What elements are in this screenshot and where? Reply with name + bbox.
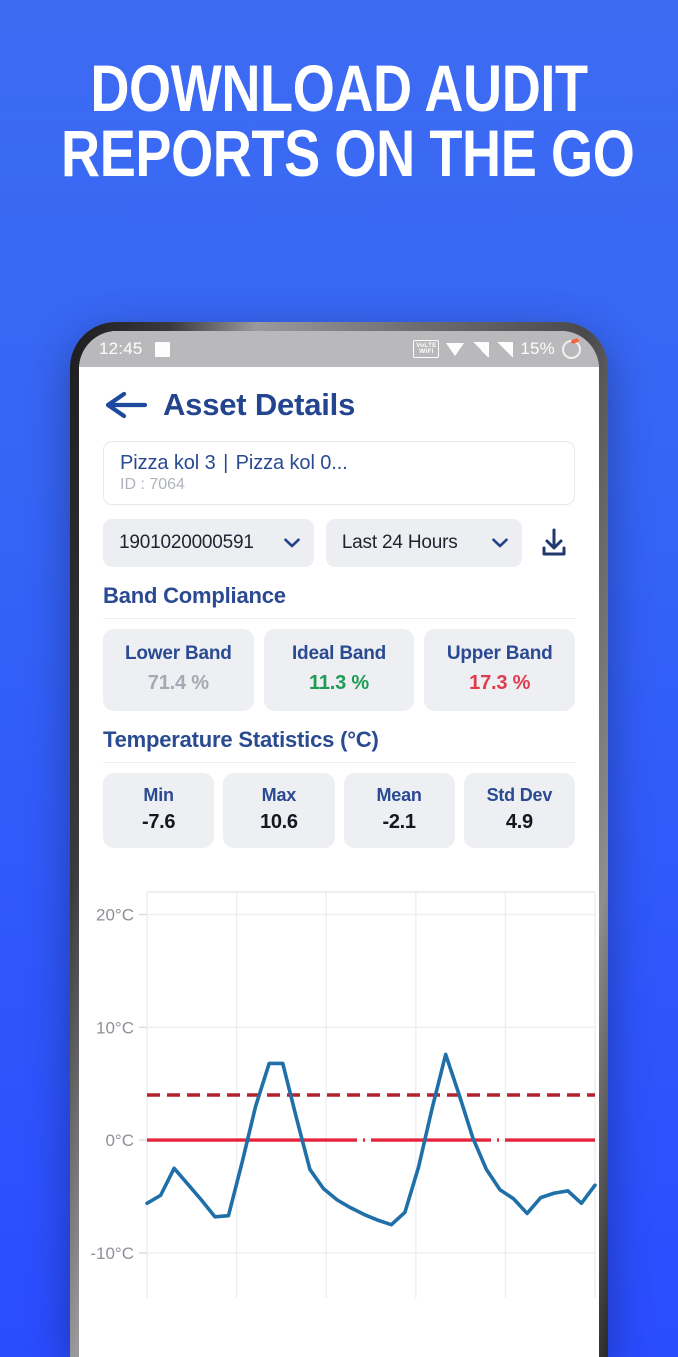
app-content: Asset Details Pizza kol 3 | Pizza kol 0.… bbox=[79, 367, 599, 1357]
vowifi-icon: VoLTE WiFi bbox=[413, 340, 440, 358]
phone-mockup: 12:45 VoLTE WiFi 15% Asset Details Pizza… bbox=[70, 322, 608, 1357]
stat-card-stddev[interactable]: Std Dev 4.9 bbox=[463, 773, 575, 848]
serial-number-value: 1901020000591 bbox=[119, 532, 254, 553]
band-compliance-title: Band Compliance bbox=[103, 583, 286, 608]
download-button[interactable] bbox=[534, 521, 575, 565]
back-arrow-icon[interactable] bbox=[105, 390, 147, 420]
band-label: Ideal Band bbox=[291, 643, 387, 664]
phone-screen: 12:45 VoLTE WiFi 15% Asset Details Pizza… bbox=[79, 331, 599, 1357]
band-value: 11.3 % bbox=[309, 672, 369, 694]
asset-summary-card[interactable]: Pizza kol 3 | Pizza kol 0... ID : 7064 bbox=[103, 441, 575, 505]
band-label: Lower Band bbox=[124, 643, 232, 664]
download-icon bbox=[542, 528, 566, 556]
band-card-upper[interactable]: Upper Band 17.3 % bbox=[424, 629, 576, 711]
signal-bars-icon bbox=[472, 341, 490, 357]
asset-name-secondary: Pizza kol 0... bbox=[235, 452, 348, 474]
serial-number-dropdown[interactable]: 1901020000591 bbox=[103, 519, 314, 567]
stat-label: Std Dev bbox=[486, 785, 553, 805]
asset-name-primary: Pizza kol 3 bbox=[120, 452, 216, 474]
stat-label: Max bbox=[261, 785, 297, 805]
stat-card-mean[interactable]: Mean -2.1 bbox=[343, 773, 455, 848]
square-icon bbox=[154, 341, 170, 357]
stat-label: Mean bbox=[376, 785, 422, 805]
chevron-down-icon-2 bbox=[491, 538, 508, 548]
asset-name-row: Pizza kol 3 | Pizza kol 0... bbox=[120, 452, 558, 475]
signal-bars-icon-2 bbox=[496, 341, 514, 357]
stat-value: 4.9 bbox=[505, 811, 533, 833]
status-time: 12:45 bbox=[99, 339, 143, 358]
stat-label: Min bbox=[143, 785, 174, 805]
svg-text:-10°C: -10°C bbox=[90, 1244, 134, 1263]
temperature-chart-svg: 20°C 10°C 0°C -10°C bbox=[90, 891, 597, 1298]
app-bar: Asset Details bbox=[79, 367, 599, 439]
stat-value: 10.6 bbox=[260, 811, 298, 833]
band-value: 71.4 % bbox=[147, 672, 209, 694]
wifi-icon bbox=[446, 342, 465, 357]
controls-row: 1901020000591 Last 24 Hours bbox=[79, 505, 599, 567]
svg-text:0°C: 0°C bbox=[105, 1131, 134, 1150]
band-compliance-cards: Lower Band 71.4 % Ideal Band 11.3 % Uppe… bbox=[79, 619, 599, 711]
stat-value: -7.6 bbox=[141, 811, 176, 833]
svg-text:20°C: 20°C bbox=[96, 906, 134, 925]
page-title: Asset Details bbox=[163, 387, 356, 422]
stat-value: -2.1 bbox=[382, 811, 416, 833]
stat-card-max[interactable]: Max 10.6 bbox=[223, 773, 335, 848]
band-card-lower[interactable]: Lower Band 71.4 % bbox=[103, 629, 254, 711]
battery-percent: 15% bbox=[520, 339, 555, 358]
svg-text:10°C: 10°C bbox=[96, 1018, 134, 1037]
time-range-value: Last 24 Hours bbox=[341, 532, 458, 553]
band-card-ideal[interactable]: Ideal Band 11.3 % bbox=[263, 629, 415, 711]
band-value: 17.3 % bbox=[469, 672, 531, 694]
status-bar: 12:45 VoLTE WiFi 15% bbox=[79, 331, 599, 367]
time-range-dropdown[interactable]: Last 24 Hours bbox=[325, 519, 522, 567]
temperature-statistics-cards: Min -7.6 Max 10.6 Mean -2.1 Std Dev 4.9 bbox=[79, 763, 599, 848]
headline-line-2: REPORTS ON THE GO bbox=[61, 115, 635, 190]
band-label: Upper Band bbox=[446, 643, 553, 664]
temperature-statistics-title: Temperature Statistics (°C) bbox=[103, 727, 379, 752]
chevron-down-icon bbox=[284, 538, 300, 548]
asset-name-separator: | bbox=[223, 452, 229, 474]
stat-card-min[interactable]: Min -7.6 bbox=[103, 773, 215, 848]
battery-ring-icon bbox=[562, 339, 581, 359]
temperature-chart[interactable]: 20°C 10°C 0°C -10°C bbox=[79, 848, 599, 1298]
asset-id: ID : 7064 bbox=[120, 476, 185, 493]
headline-line-1: DOWNLOAD AUDIT bbox=[90, 51, 588, 125]
promo-headline: DOWNLOAD AUDIT REPORTS ON THE GO bbox=[61, 51, 635, 190]
